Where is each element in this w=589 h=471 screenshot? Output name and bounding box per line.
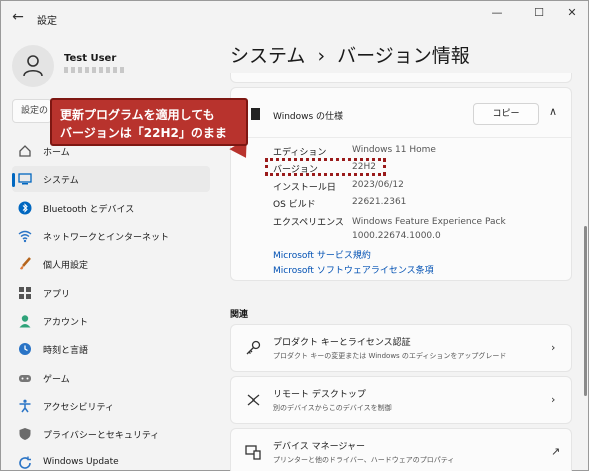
page-title: システム › バージョン情報 <box>230 41 470 68</box>
brush-icon <box>20 257 31 270</box>
remote-desktop-card[interactable]: リモート デスクトップ 別のデバイスからこのデバイスを制御 › <box>230 376 572 424</box>
clock-icon <box>19 343 31 355</box>
active-indicator <box>12 173 15 187</box>
chevron-up-icon[interactable]: ∧ <box>549 105 557 118</box>
version-highlight-box <box>265 158 386 176</box>
breadcrumb-separator: › <box>317 45 326 67</box>
windows-icon <box>251 108 260 120</box>
scrollbar[interactable] <box>584 226 587 396</box>
app-title: 設定 <box>37 16 57 27</box>
shield-icon <box>19 428 31 440</box>
sidebar-item-time-language[interactable]: 時刻と言語 <box>12 336 210 362</box>
sidebar-item-label: システム <box>43 176 79 186</box>
back-button[interactable]: ← <box>9 9 27 25</box>
key-icon <box>246 340 261 355</box>
sidebar-item-label: ホーム <box>43 148 70 158</box>
windows-spec-title: Windows の仕様 <box>273 112 344 122</box>
network-icon <box>18 230 32 243</box>
sidebar-item-windows-update[interactable]: Windows Update <box>12 450 210 471</box>
related-section-label: 関連 <box>230 310 249 320</box>
device-spec-panel-bottom <box>230 73 572 83</box>
sidebar-item-label: アカウント <box>43 318 89 328</box>
account-icon <box>19 315 31 328</box>
remote-desktop-icon <box>247 394 260 406</box>
card-title: リモート デスクトップ <box>273 390 366 400</box>
sidebar-item-label: アプリ <box>43 290 71 300</box>
sidebar-item-account[interactable]: アカウント <box>12 308 210 334</box>
sidebar-item-label: 時刻と言語 <box>43 346 89 356</box>
sidebar-item-label: ゲーム <box>43 375 70 385</box>
windows-spec-header[interactable]: Windows の仕様 コピー ∧ <box>231 88 571 138</box>
sidebar-item-privacy[interactable]: プライバシーとセキュリティ <box>12 421 210 447</box>
sidebar-item-label: アクセシビリティ <box>43 403 115 413</box>
card-subtitle: プロダクト キーの変更または Windows のエディションをアップグレード <box>273 352 507 360</box>
card-title: デバイス マネージャー <box>273 442 365 452</box>
sidebar-item-personalization[interactable]: 個人用設定 <box>12 251 210 277</box>
card-subtitle: プリンターと他のドライバー、ハードウェアのプロパティ <box>273 456 455 464</box>
sidebar-item-accessibility[interactable]: アクセシビリティ <box>12 393 210 419</box>
chevron-right-icon: › <box>551 393 556 406</box>
bluetooth-icon <box>18 201 32 215</box>
windows-spec-panel: Windows の仕様 コピー ∧ エディション Windows 11 Home… <box>230 87 572 281</box>
chevron-right-icon: › <box>551 341 556 354</box>
spec-label-experience: エクスペリエンス <box>273 218 344 228</box>
device-manager-icon <box>245 445 261 460</box>
close-button[interactable]: ✕ <box>558 5 586 21</box>
spec-value-edition: Windows 11 Home <box>352 145 436 155</box>
spec-value-experience: Windows Feature Experience Pack <box>352 217 506 227</box>
device-manager-card[interactable]: デバイス マネージャー プリンターと他のドライバー、ハードウェアのプロパティ ↗ <box>230 428 572 471</box>
sidebar-item-label: ネットワークとインターネット <box>43 233 170 243</box>
license-terms-link[interactable]: Microsoft ソフトウェアライセンス条項 <box>273 263 434 276</box>
card-subtitle: 別のデバイスからこのデバイスを制御 <box>273 404 392 412</box>
home-icon <box>19 145 31 157</box>
sidebar-item-label: 個人用設定 <box>43 261 89 271</box>
spec-label-install-date: インストール日 <box>273 183 336 193</box>
update-icon <box>19 456 31 469</box>
card-title: プロダクト キーとライセンス認証 <box>273 338 411 348</box>
title-bar: ← 設定 — ☐ ✕ <box>1 1 589 33</box>
copy-button[interactable]: コピー <box>473 103 539 125</box>
spec-label-edition: エディション <box>273 148 327 158</box>
breadcrumb-parent[interactable]: システム <box>230 45 305 67</box>
sidebar-item-bluetooth[interactable]: Bluetooth とデバイス <box>12 195 210 221</box>
spec-value-os-build: 22621.2361 <box>352 197 407 207</box>
sidebar-item-label: Windows Update <box>43 457 119 467</box>
sidebar-item-network[interactable]: ネットワークとインターネット <box>12 223 210 249</box>
product-key-card[interactable]: プロダクト キーとライセンス認証 プロダクト キーの変更または Windows … <box>230 324 572 372</box>
sidebar-item-system[interactable]: システム <box>12 166 210 192</box>
user-email-blurred <box>64 67 124 73</box>
callout-line-2: バージョンは「22H2」のまま <box>60 126 227 140</box>
spec-value-install-date: 2023/06/12 <box>352 180 404 190</box>
avatar <box>12 45 54 87</box>
user-name: Test User <box>64 53 117 64</box>
sidebar-item-label: Bluetooth とデバイス <box>43 205 135 215</box>
breadcrumb-current: バージョン情報 <box>337 45 470 67</box>
apps-icon <box>19 287 31 299</box>
spec-value-experience-version: 1000.22674.1000.0 <box>352 231 441 241</box>
spec-label-os-build: OS ビルド <box>273 200 316 210</box>
user-icon <box>23 55 43 77</box>
sidebar-item-apps[interactable]: アプリ <box>12 280 210 306</box>
minimize-button[interactable]: — <box>483 5 511 21</box>
callout-line-1: 更新プログラムを適用しても <box>60 108 215 122</box>
search-input[interactable]: 設定の <box>12 99 52 123</box>
sidebar-item-gaming[interactable]: ゲーム <box>12 365 210 391</box>
settings-window: ← 設定 — ☐ ✕ Test User 設定の ホーム システム Blueto… <box>0 0 589 471</box>
maximize-button[interactable]: ☐ <box>525 5 553 21</box>
system-icon <box>18 173 32 185</box>
sidebar-item-label: プライバシーとセキュリティ <box>43 431 160 441</box>
accessibility-icon <box>19 399 31 413</box>
gamepad-icon <box>19 375 31 382</box>
external-link-icon: ↗ <box>551 445 561 458</box>
services-agreement-link[interactable]: Microsoft サービス規約 <box>273 248 371 261</box>
annotation-callout: 更新プログラムを適用しても バージョンは「22H2」のまま <box>50 98 248 146</box>
